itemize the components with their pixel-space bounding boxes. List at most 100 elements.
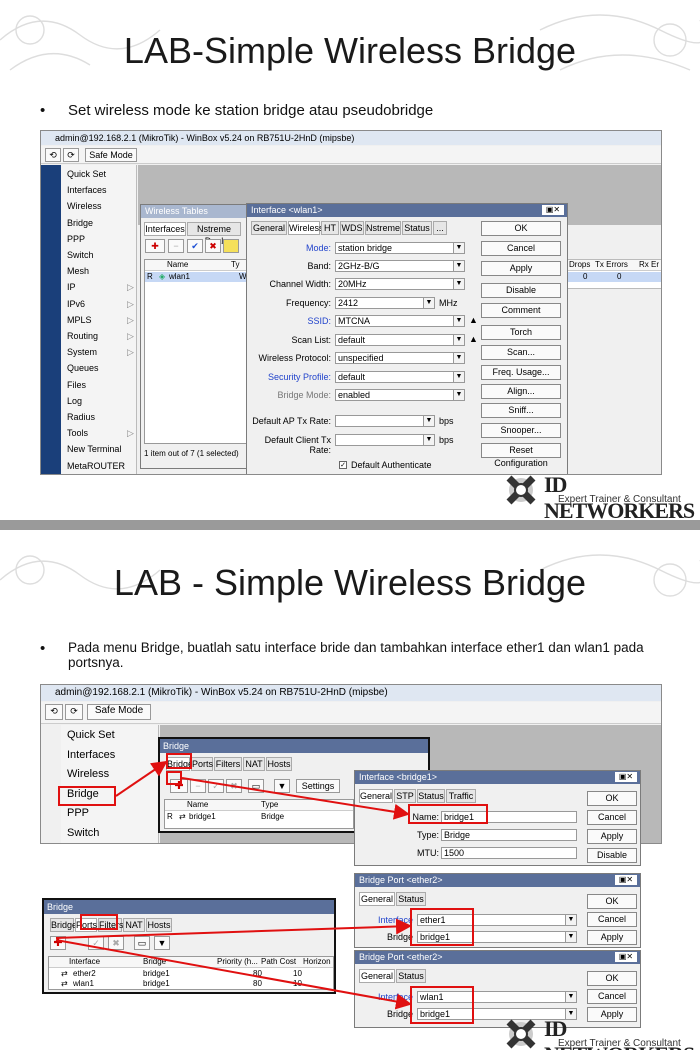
button-cancel[interactable]: Cancel xyxy=(481,241,561,256)
sidebar-item-routing[interactable]: Routing ▷ xyxy=(67,331,137,341)
table-row[interactable]: ⇄ ether2 bridge1 80 10 xyxy=(49,969,333,979)
dropdown-arrow-icon[interactable]: ▼ xyxy=(565,992,576,1002)
tab-general[interactable]: General xyxy=(359,789,393,803)
sidebar-item-system[interactable]: System ▷ xyxy=(67,347,137,357)
sidebar-item-bridge[interactable]: Bridge xyxy=(67,218,137,228)
button-apply[interactable]: Apply xyxy=(587,829,637,844)
settings-button[interactable]: Settings xyxy=(296,779,340,793)
sidebar-item-metarouter[interactable]: MetaROUTER xyxy=(67,461,137,471)
tab-status[interactable]: Status xyxy=(417,789,445,803)
dropdown-arrow-icon[interactable]: ▼ xyxy=(423,298,434,308)
dropdown-arrow-icon[interactable]: ▼ xyxy=(453,243,464,253)
cancel-button[interactable]: Cancel xyxy=(587,989,637,1004)
field-default-client-tx-rate[interactable]: ▼ xyxy=(335,434,435,446)
sidebar-item-quick-set[interactable]: Quick Set xyxy=(67,169,137,179)
field-ssid[interactable]: MTCNA ▼ xyxy=(335,315,465,327)
field-bridge-mode[interactable]: enabled ▼ xyxy=(335,389,465,401)
dropdown-arrow-icon[interactable]: ▼ xyxy=(423,416,434,426)
add-button[interactable]: ✚ xyxy=(145,239,165,253)
tab-wds[interactable]: WDS xyxy=(340,221,364,235)
default-auth-checkbox[interactable]: ✓ xyxy=(339,461,347,469)
button-disable[interactable]: Disable xyxy=(481,283,561,298)
sidebar-item-tools[interactable]: Tools ▷ xyxy=(67,428,137,438)
comment-button[interactable]: ▭ xyxy=(248,779,264,793)
disable-button[interactable]: ✖ xyxy=(205,239,221,253)
tab-bridge[interactable]: Bridge xyxy=(50,918,77,932)
expand-arrow-icon[interactable]: ▲ xyxy=(469,315,478,325)
field-default-ap-tx-rate[interactable]: ▼ xyxy=(335,415,435,427)
button-disable[interactable]: Disable xyxy=(587,848,637,863)
window-controls[interactable]: ▣✕ xyxy=(615,875,637,885)
window-controls[interactable]: ▣✕ xyxy=(615,772,637,782)
sidebar-item-wireless[interactable]: Wireless xyxy=(67,768,109,780)
sidebar-item-log[interactable]: Log xyxy=(67,396,137,406)
dropdown-arrow-icon[interactable]: ▼ xyxy=(423,435,434,445)
tab-general[interactable]: General xyxy=(359,969,395,983)
ok-button[interactable]: OK xyxy=(587,894,637,909)
tab-status[interactable]: Status xyxy=(396,969,426,983)
tab-nstreme-dual[interactable]: Nstreme Dual xyxy=(187,222,241,246)
window-controls[interactable]: ▣✕ xyxy=(542,205,564,215)
expand-arrow-icon[interactable]: ▲ xyxy=(469,334,478,344)
field-mtu[interactable]: 1500 xyxy=(441,847,577,859)
sidebar-item-radius[interactable]: Radius xyxy=(67,412,137,422)
button-torch[interactable]: Torch xyxy=(481,325,561,340)
safe-mode-button[interactable]: Safe Mode xyxy=(87,704,151,720)
remove-button[interactable]: − xyxy=(168,239,184,253)
filter-icon[interactable]: ▼ xyxy=(154,936,170,950)
button-align[interactable]: Align... xyxy=(481,384,561,399)
sidebar-item-wireless[interactable]: Wireless xyxy=(67,201,137,211)
sidebar-item-ppp[interactable]: PPP xyxy=(67,234,137,244)
sidebar-item-files[interactable]: Files xyxy=(67,380,137,390)
safe-mode-button[interactable]: Safe Mode xyxy=(85,148,137,162)
disable-button[interactable]: ✖ xyxy=(226,779,242,793)
dropdown-arrow-icon[interactable]: ▼ xyxy=(453,279,464,289)
dropdown-arrow-icon[interactable]: ▼ xyxy=(453,390,464,400)
remove-button[interactable]: − xyxy=(190,779,206,793)
enable-button[interactable]: ✓ xyxy=(88,936,104,950)
undo-button[interactable]: ⟲ xyxy=(45,148,61,162)
tab-wireless[interactable]: Wireless xyxy=(288,221,324,235)
sidebar-item-ip[interactable]: IP ▷ xyxy=(67,282,137,292)
sidebar-item-new-terminal[interactable]: New Terminal xyxy=(67,444,137,454)
sidebar-item-mpls[interactable]: MPLS ▷ xyxy=(67,315,137,325)
tab-ports[interactable]: Ports xyxy=(191,757,213,771)
sidebar-item-switch[interactable]: Switch xyxy=(67,827,99,839)
comment-button[interactable] xyxy=(223,239,239,253)
tab-nstreme[interactable]: Nstreme xyxy=(365,221,401,235)
tab-stp[interactable]: STP xyxy=(394,789,416,803)
apply-button[interactable]: Apply xyxy=(587,930,637,945)
field-wireless-protocol[interactable]: unspecified ▼ xyxy=(335,352,465,364)
button-sniff[interactable]: Sniff... xyxy=(481,403,561,418)
tab-status[interactable]: Status xyxy=(396,892,426,906)
tab-more[interactable]: ... xyxy=(433,221,447,235)
tab-traffic[interactable]: Traffic xyxy=(446,789,476,803)
enable-button[interactable]: ✓ xyxy=(208,779,224,793)
tab-hosts[interactable]: Hosts xyxy=(266,757,292,771)
tab-general[interactable]: General xyxy=(359,892,395,906)
comment-button[interactable]: ▭ xyxy=(134,936,150,950)
filter-icon[interactable]: ▼ xyxy=(274,779,290,793)
button-snooper[interactable]: Snooper... xyxy=(481,423,561,438)
tab-status[interactable]: Status xyxy=(402,221,432,235)
disable-button[interactable]: ✖ xyxy=(108,936,124,950)
tab-general[interactable]: General xyxy=(251,221,287,235)
button-apply[interactable]: Apply xyxy=(481,261,561,276)
sidebar-item-interfaces[interactable]: Interfaces xyxy=(67,749,115,761)
button-ok[interactable]: OK xyxy=(481,221,561,236)
dropdown-arrow-icon[interactable]: ▼ xyxy=(453,353,464,363)
dropdown-arrow-icon[interactable]: ▼ xyxy=(453,372,464,382)
redo-button[interactable]: ⟳ xyxy=(65,704,83,720)
tab-hosts[interactable]: Hosts xyxy=(146,918,172,932)
button-cancel[interactable]: Cancel xyxy=(587,810,637,825)
tab-ht[interactable]: HT xyxy=(321,221,339,235)
sidebar-item-interfaces[interactable]: Interfaces xyxy=(67,185,137,195)
button-ok[interactable]: OK xyxy=(587,791,637,806)
window-controls[interactable]: ▣✕ xyxy=(615,952,637,962)
dropdown-arrow-icon[interactable]: ▼ xyxy=(565,915,576,925)
dropdown-arrow-icon[interactable]: ▼ xyxy=(453,335,464,345)
button-reset-configuration[interactable]: Reset Configuration xyxy=(481,443,561,468)
dropdown-arrow-icon[interactable]: ▼ xyxy=(453,261,464,271)
dropdown-arrow-icon[interactable]: ▼ xyxy=(453,316,464,326)
add-button[interactable]: ✚ xyxy=(50,936,66,950)
